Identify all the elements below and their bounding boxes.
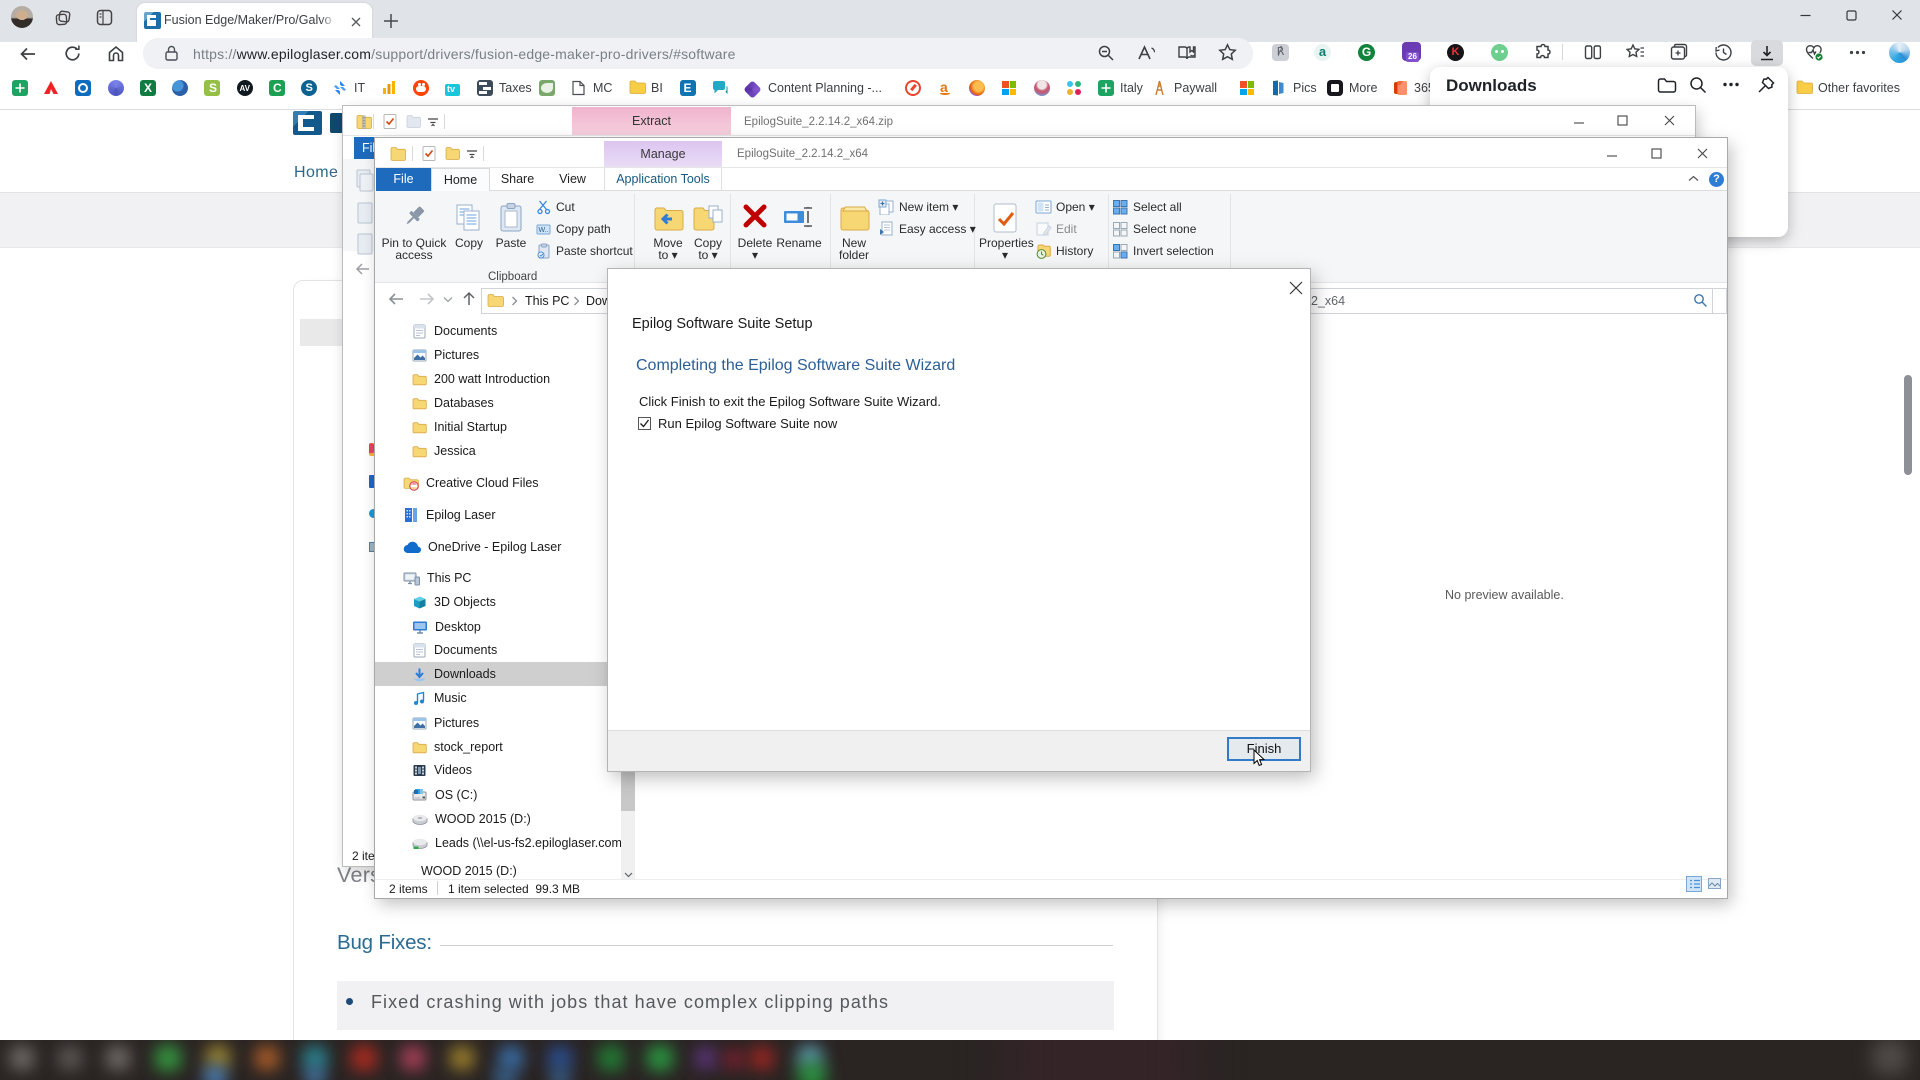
svg-text:W..: W.. — [539, 227, 549, 234]
